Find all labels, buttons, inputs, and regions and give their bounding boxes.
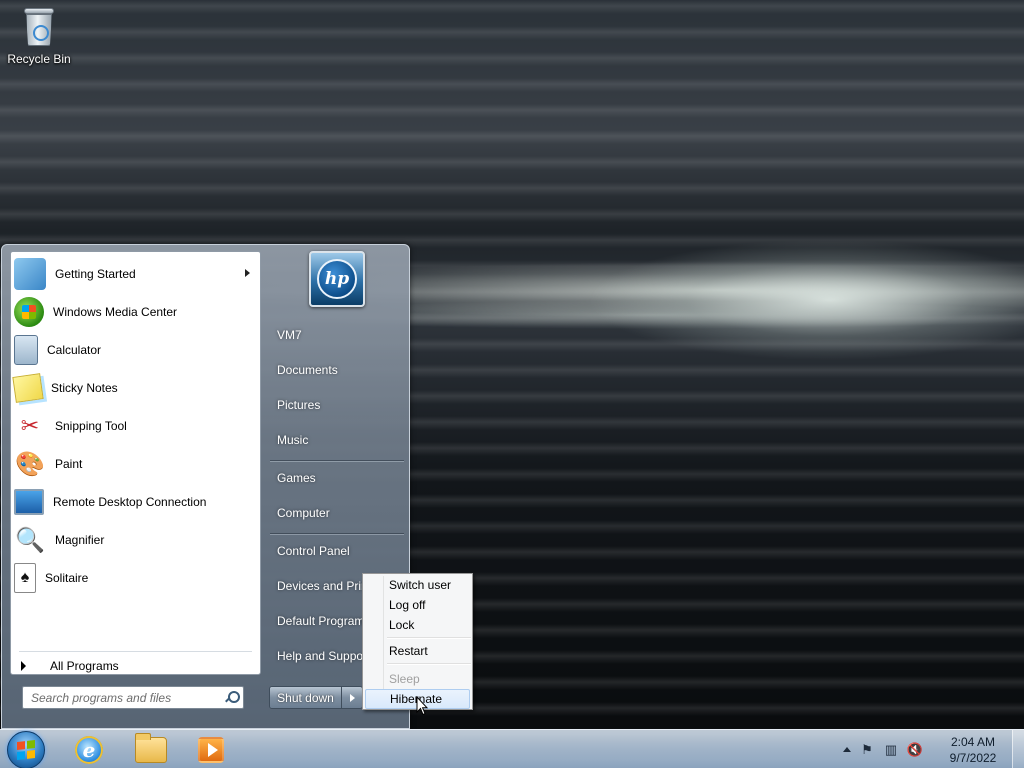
program-label: Sticky Notes [51, 381, 118, 395]
shutdown-button[interactable]: Shut down [270, 687, 342, 708]
program-label: Magnifier [55, 533, 105, 547]
program-remote-desktop[interactable]: Remote Desktop Connection [11, 483, 260, 521]
windows-logo-icon [17, 740, 35, 760]
search-icon[interactable] [225, 691, 240, 703]
internet-explorer-icon: e [75, 736, 103, 764]
taskbar: e ⚑ ▥ 🔇 2:04 AM 9/7/2022 [0, 729, 1024, 768]
program-label: Paint [55, 457, 83, 471]
program-snipping-tool[interactable]: ✂ Snipping Tool [11, 407, 260, 445]
hp-logo: hp [317, 259, 357, 299]
menu-item-sleep: Sleep [389, 672, 420, 686]
windows-explorer-icon [135, 733, 167, 763]
shutdown-button-group: Shut down [269, 686, 363, 709]
menu-separator [387, 637, 471, 639]
menu-item-restart[interactable]: Restart [365, 641, 470, 661]
right-item-control-panel[interactable]: Control Panel [277, 544, 350, 558]
recycle-bin[interactable]: Recycle Bin [6, 6, 72, 66]
program-label: Snipping Tool [55, 419, 127, 433]
recycle-bin-icon [23, 6, 55, 48]
programs-pane: Getting Started Windows Media Center Cal… [10, 251, 261, 675]
program-label: Remote Desktop Connection [53, 495, 207, 509]
right-item-default-programs[interactable]: Default Programs [277, 614, 370, 628]
calculator-icon [14, 335, 38, 365]
sticky-notes-icon [12, 373, 44, 403]
right-item-games[interactable]: Games [277, 471, 316, 485]
program-label: Calculator [47, 343, 102, 357]
program-paint[interactable]: 🎨 Paint [11, 445, 260, 483]
getting-started-icon [14, 258, 46, 290]
notification-area: ⚑ ▥ 🔇 [843, 730, 923, 768]
program-label: Getting Started [55, 267, 136, 281]
program-magnifier[interactable]: 🔍 Magnifier [11, 521, 260, 559]
user-picture[interactable]: hp [309, 251, 365, 307]
program-solitaire[interactable]: ♠ Solitaire [11, 559, 260, 597]
program-list: Getting Started Windows Media Center Cal… [11, 252, 260, 597]
menu-separator [387, 663, 471, 665]
divider [270, 460, 404, 462]
right-item-computer[interactable]: Computer [277, 506, 330, 520]
right-item-help-and-support[interactable]: Help and Support [277, 649, 370, 663]
divider [19, 651, 252, 652]
action-center-flag-icon[interactable]: ⚑ [859, 742, 875, 758]
windows-media-center-icon [14, 297, 44, 327]
clock-date: 9/7/2022 [949, 751, 997, 765]
shutdown-options-button[interactable] [342, 687, 362, 708]
network-icon[interactable]: ▥ [883, 742, 899, 758]
taskbar-clock[interactable]: 2:04 AM 9/7/2022 [943, 734, 1003, 766]
search-input[interactable] [31, 690, 216, 705]
start-menu: Getting Started Windows Media Center Cal… [1, 244, 410, 729]
submenu-arrow-icon[interactable] [245, 269, 250, 277]
shutdown-menu: Switch user Log off Lock Restart Sleep H… [362, 573, 473, 710]
solitaire-icon: ♠ [14, 563, 36, 593]
right-item-user[interactable]: VM7 [277, 328, 302, 342]
program-windows-media-center[interactable]: Windows Media Center [11, 293, 260, 331]
paint-icon: 🎨 [15, 450, 45, 478]
divider [270, 533, 404, 535]
taskbar-internet-explorer[interactable]: e [62, 733, 116, 767]
menu-item-log-off[interactable]: Log off [365, 595, 470, 615]
search-box [22, 686, 244, 709]
chevron-right-icon [349, 693, 355, 702]
snipping-tool-icon: ✂ [20, 413, 40, 438]
recycle-bin-label: Recycle Bin [7, 52, 71, 66]
remote-desktop-icon [14, 489, 44, 515]
program-label: Solitaire [45, 571, 89, 585]
taskbar-windows-explorer[interactable] [124, 733, 178, 767]
windows-media-player-icon [198, 737, 224, 763]
right-item-documents[interactable]: Documents [277, 363, 338, 377]
all-programs-button[interactable]: All Programs [21, 655, 119, 677]
program-label: Windows Media Center [53, 305, 178, 319]
clock-time: 2:04 AM [950, 735, 996, 749]
right-item-music[interactable]: Music [277, 433, 308, 447]
expand-arrow-icon [21, 661, 26, 671]
magnifier-icon: 🔍 [15, 526, 45, 554]
menu-item-switch-user[interactable]: Switch user [365, 575, 470, 595]
program-calculator[interactable]: Calculator [11, 331, 260, 369]
mouse-cursor-icon [416, 696, 428, 716]
right-item-pictures[interactable]: Pictures [277, 398, 320, 412]
program-getting-started[interactable]: Getting Started [11, 255, 260, 293]
taskbar-windows-media-player[interactable] [184, 733, 238, 767]
program-sticky-notes[interactable]: Sticky Notes [11, 369, 260, 407]
all-programs-label: All Programs [50, 659, 119, 673]
start-button[interactable] [7, 731, 45, 768]
show-hidden-icons-icon[interactable] [843, 747, 851, 752]
menu-item-lock[interactable]: Lock [365, 615, 470, 635]
volume-muted-icon[interactable]: 🔇 [907, 742, 923, 758]
show-desktop-button[interactable] [1012, 730, 1024, 768]
